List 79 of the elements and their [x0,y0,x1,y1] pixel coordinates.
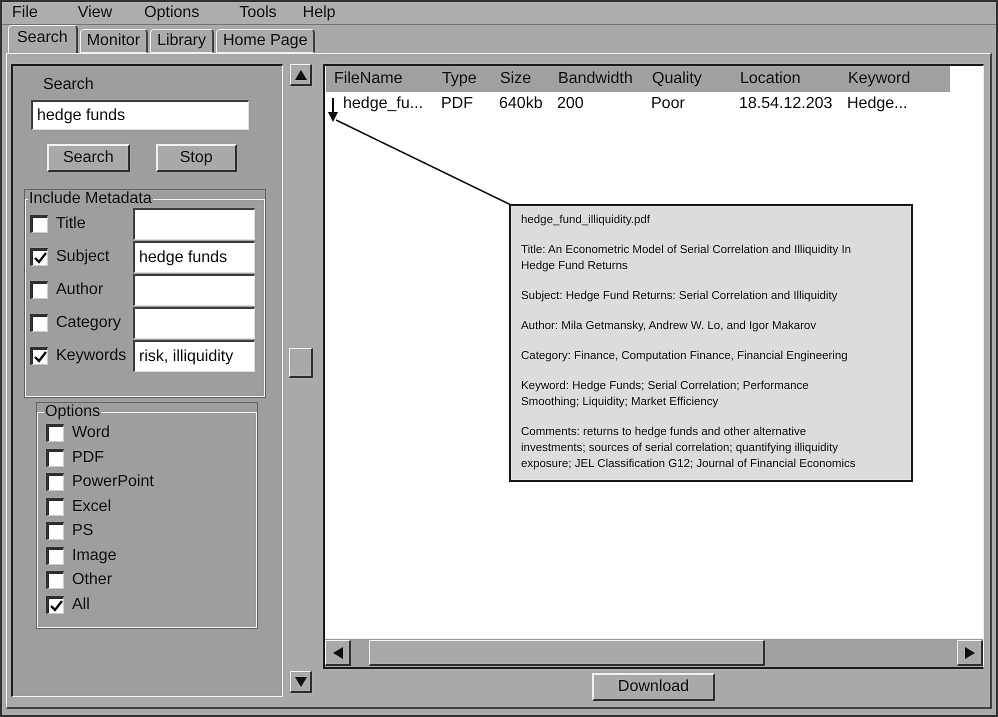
tab[interactable]: Monitor [80,29,148,53]
menu-item[interactable]: Help [302,4,336,22]
down-arrow-icon [328,98,338,122]
column-header[interactable]: FileName [326,70,434,88]
metadata-field[interactable]: risk, illiquidity [133,340,255,372]
checkbox[interactable] [30,215,48,233]
checkbox[interactable] [46,473,64,492]
info-text: Subject: Hedge Fund Returns: Serial Correlation and Illiquidity [521,289,838,304]
checkbox[interactable] [46,546,64,565]
stop-button[interactable]: Stop [156,144,237,172]
search-label: Search [43,76,95,94]
group-label: Include Metadata [28,190,153,208]
table-cell: 640kb [499,95,543,113]
checkbox-label: Excel [72,498,112,516]
checkbox[interactable] [30,248,48,266]
down-triangle-icon [294,676,306,686]
metadata-field[interactable] [133,307,255,339]
menu-item[interactable]: Tools [239,4,277,22]
column-header[interactable]: Type [434,70,492,88]
info-text: Title: An Econometric Model of Serial Correlation and Illiquidity In Hedge Fund Returns [521,243,852,274]
checkbox-label: Word [72,424,111,442]
checkbox-label: Keywords [56,347,128,365]
checkbox[interactable] [30,347,48,365]
menu-item[interactable]: Options [144,4,200,22]
table-cell: 200 [557,95,584,113]
checkbox-label: PowerPoint [72,473,155,492]
scroll-left-button[interactable] [325,640,351,666]
tab[interactable]: Library [150,29,214,53]
checkbox-label: PDF [72,448,105,467]
tab[interactable]: Home Page [216,29,316,53]
scroll-thumb[interactable] [289,348,313,378]
column-header[interactable]: Size [492,70,550,88]
metadata-field[interactable]: hedge funds [133,241,255,273]
checkbox-label: PS [72,522,94,540]
column-header[interactable]: Quality [644,70,732,88]
menu-item[interactable]: View [78,4,112,22]
up-triangle-icon [294,70,306,80]
table-cell: 18.54.12.203 [739,95,832,113]
scroll-right-button[interactable] [957,640,983,666]
checkbox[interactable] [30,281,48,299]
metadata-field[interactable] [133,274,255,306]
checkbox-label: Image [72,546,118,565]
checkbox[interactable] [46,571,64,590]
table-cell: Hedge... [847,95,908,113]
table-cell: hedge_fu... [343,95,424,113]
info-text: Comments: returns to hedge funds and other alternative investments; sources of serial correlation; quantifying illiquidity exposure; JEL Classification G12; Journal of Financial Economics [521,425,857,472]
tab[interactable]: Search [8,25,78,53]
group-label: Options [44,403,102,421]
checkbox-label: All [72,596,91,614]
checkbox[interactable] [46,596,64,614]
left-triangle-icon [332,646,342,658]
checkbox[interactable] [46,424,64,442]
download-button[interactable]: Download [592,673,716,701]
metadata-field[interactable] [133,208,255,240]
info-text: hedge_fund_illiquidity.pdf [521,213,651,228]
checkbox-label: Other [72,571,114,590]
info-text: Category: Finance, Computation Finance, Financial Engineering [521,349,849,364]
scroll-thumb[interactable] [369,640,765,666]
scroll-down-button[interactable] [290,671,312,693]
checkbox[interactable] [46,522,64,540]
checkbox[interactable] [46,448,64,467]
checkbox-label: Subject [56,248,110,266]
table-cell: PDF [441,95,473,113]
checkbox-label: Author [56,281,104,299]
table-cell: Poor [651,95,685,113]
right-triangle-icon [964,646,974,658]
column-header[interactable]: Bandwidth [550,70,644,88]
column-header[interactable]: Keyword [840,70,950,88]
checkbox-label: Title [56,215,87,233]
checkbox[interactable] [30,314,48,332]
menu-item[interactable]: File [12,4,38,22]
info-text: Keyword: Hedge Funds; Serial Correlation; Performance Smoothing; Liquidity; Market Efficiency [521,379,810,410]
search-button[interactable]: Search [47,144,130,172]
scroll-up-button[interactable] [290,64,312,86]
info-text: Author: Mila Getmansky, Andrew W. Lo, and Igor Makarov [521,319,818,334]
checkbox[interactable] [46,498,64,516]
column-header[interactable]: Location [732,70,840,88]
search-field[interactable]: hedge funds [31,100,249,130]
checkbox-label: Category [56,314,122,332]
